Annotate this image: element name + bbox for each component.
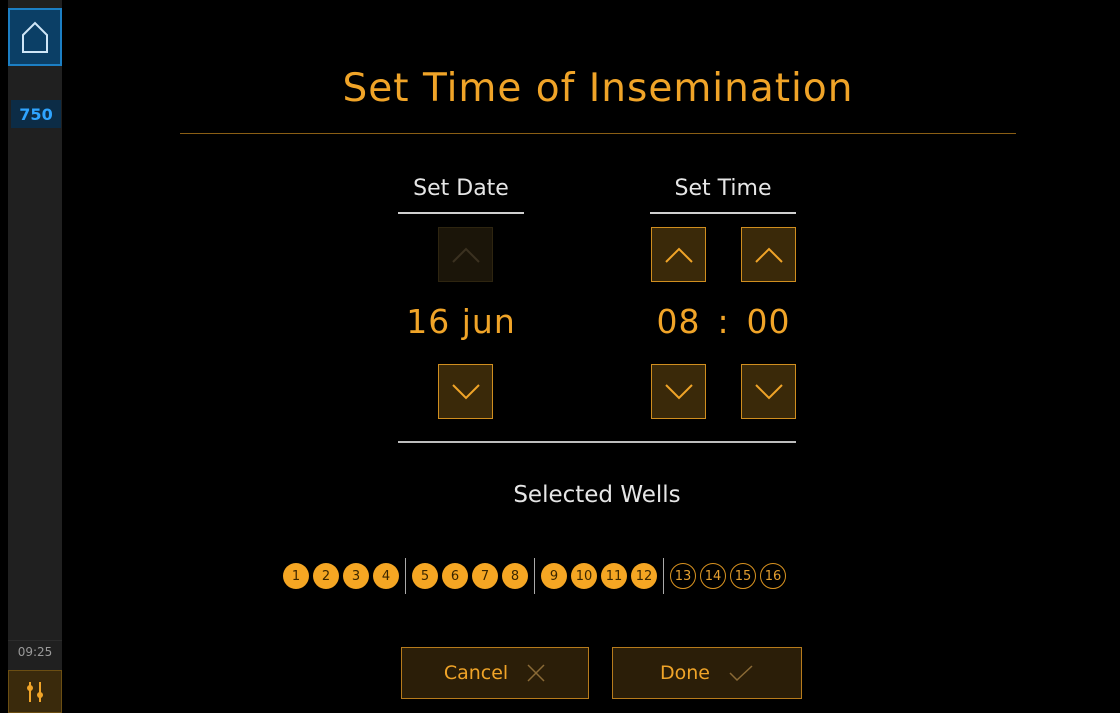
well-15[interactable]: 15 (730, 563, 756, 589)
home-button[interactable] (8, 8, 62, 66)
well-16[interactable]: 16 (760, 563, 786, 589)
date-up-button[interactable] (438, 227, 493, 282)
done-label: Done (660, 662, 710, 684)
chevron-down-icon (754, 383, 783, 399)
well-5[interactable]: 5 (412, 563, 438, 589)
well-group-separator (663, 558, 664, 594)
well-9[interactable]: 9 (541, 563, 567, 589)
done-button[interactable]: Done (612, 647, 802, 699)
check-icon (729, 665, 753, 682)
page-title: Set Time of Insemination (342, 66, 854, 111)
close-icon (527, 664, 545, 682)
chevron-up-icon (754, 247, 783, 263)
time-separator: : (717, 302, 730, 341)
well-12[interactable]: 12 (631, 563, 657, 589)
hour-down-button[interactable] (651, 364, 706, 419)
well-4[interactable]: 4 (373, 563, 399, 589)
home-icon (22, 21, 48, 53)
cancel-button[interactable]: Cancel (401, 647, 589, 699)
hour-up-button[interactable] (651, 227, 706, 282)
date-down-button[interactable] (438, 364, 493, 419)
well-group-separator (534, 558, 535, 594)
well-1[interactable]: 1 (283, 563, 309, 589)
selected-wells-label: Selected Wells (513, 482, 681, 508)
well-14[interactable]: 14 (700, 563, 726, 589)
incubator-counter[interactable]: 750 (11, 100, 61, 128)
sliders-icon (27, 681, 43, 702)
well-group-separator (405, 558, 406, 594)
well-11[interactable]: 11 (601, 563, 627, 589)
minute-down-button[interactable] (741, 364, 796, 419)
well-13[interactable]: 13 (670, 563, 696, 589)
well-6[interactable]: 6 (442, 563, 468, 589)
set-date-underline (398, 212, 524, 214)
chevron-down-icon (451, 383, 480, 399)
settings-button[interactable] (8, 670, 62, 713)
minute-value: 00 (746, 302, 791, 341)
wells-row: 1 2 3 4 5 6 7 8 9 10 11 12 13 14 15 16 (283, 558, 790, 594)
well-3[interactable]: 3 (343, 563, 369, 589)
title-divider (180, 133, 1016, 134)
chevron-up-icon (664, 247, 693, 263)
section-divider (398, 441, 796, 443)
chevron-down-icon (664, 383, 693, 399)
minute-up-button[interactable] (741, 227, 796, 282)
hour-value: 08 (656, 302, 701, 341)
well-7[interactable]: 7 (472, 563, 498, 589)
set-time-label: Set Time (674, 176, 772, 201)
set-date-label: Set Date (413, 176, 509, 201)
chevron-up-icon (451, 247, 480, 263)
date-value: 16 jun (406, 302, 516, 341)
well-8[interactable]: 8 (502, 563, 528, 589)
well-10[interactable]: 10 (571, 563, 597, 589)
well-2[interactable]: 2 (313, 563, 339, 589)
left-sidebar: 750 09:25 (0, 0, 70, 713)
cancel-label: Cancel (443, 662, 509, 684)
set-time-underline (650, 212, 796, 214)
clock: 09:25 (8, 640, 62, 663)
